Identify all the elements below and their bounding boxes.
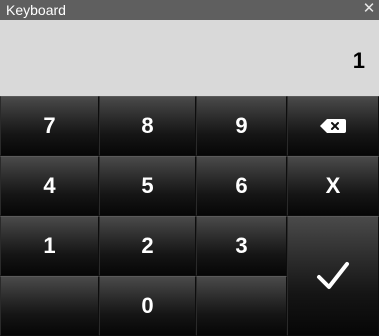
key-6[interactable]: 6 <box>196 156 287 216</box>
key-0-label: 0 <box>141 293 154 318</box>
key-7[interactable]: 7 <box>0 96 99 156</box>
keyboard-window: Keyboard ✕ 1 7 8 9 4 5 6 X 1 2 3 0 <box>0 0 379 336</box>
key-3[interactable]: 3 <box>196 216 287 276</box>
input-display: 1 <box>0 20 379 96</box>
window-title: Keyboard <box>6 2 66 18</box>
key-4-label: 4 <box>43 173 56 198</box>
key-0[interactable]: 0 <box>99 276 196 336</box>
key-4[interactable]: 4 <box>0 156 99 216</box>
key-8-label: 8 <box>141 113 154 138</box>
key-1-label: 1 <box>43 233 56 258</box>
blank-key-right <box>196 276 287 336</box>
keypad: 7 8 9 4 5 6 X 1 2 3 0 <box>0 96 379 336</box>
checkmark-icon <box>317 262 349 289</box>
key-5[interactable]: 5 <box>99 156 196 216</box>
key-2[interactable]: 2 <box>99 216 196 276</box>
key-7-label: 7 <box>43 113 56 138</box>
key-3-label: 3 <box>235 233 248 258</box>
display-value: 1 <box>352 48 365 73</box>
key-2-label: 2 <box>141 233 154 258</box>
key-9-label: 9 <box>235 113 248 138</box>
key-9[interactable]: 9 <box>196 96 287 156</box>
key-6-label: 6 <box>235 173 248 198</box>
key-5-label: 5 <box>141 173 154 198</box>
key-1[interactable]: 1 <box>0 216 99 276</box>
clear-button[interactable]: X <box>287 156 379 216</box>
backspace-icon <box>320 119 346 133</box>
blank-key-left <box>0 276 99 336</box>
enter-button[interactable] <box>287 216 379 336</box>
backspace-button[interactable] <box>287 96 379 156</box>
key-8[interactable]: 8 <box>99 96 196 156</box>
title-bar: Keyboard ✕ <box>0 0 379 20</box>
clear-button-label: X <box>325 173 341 198</box>
close-icon[interactable]: ✕ <box>361 1 377 17</box>
